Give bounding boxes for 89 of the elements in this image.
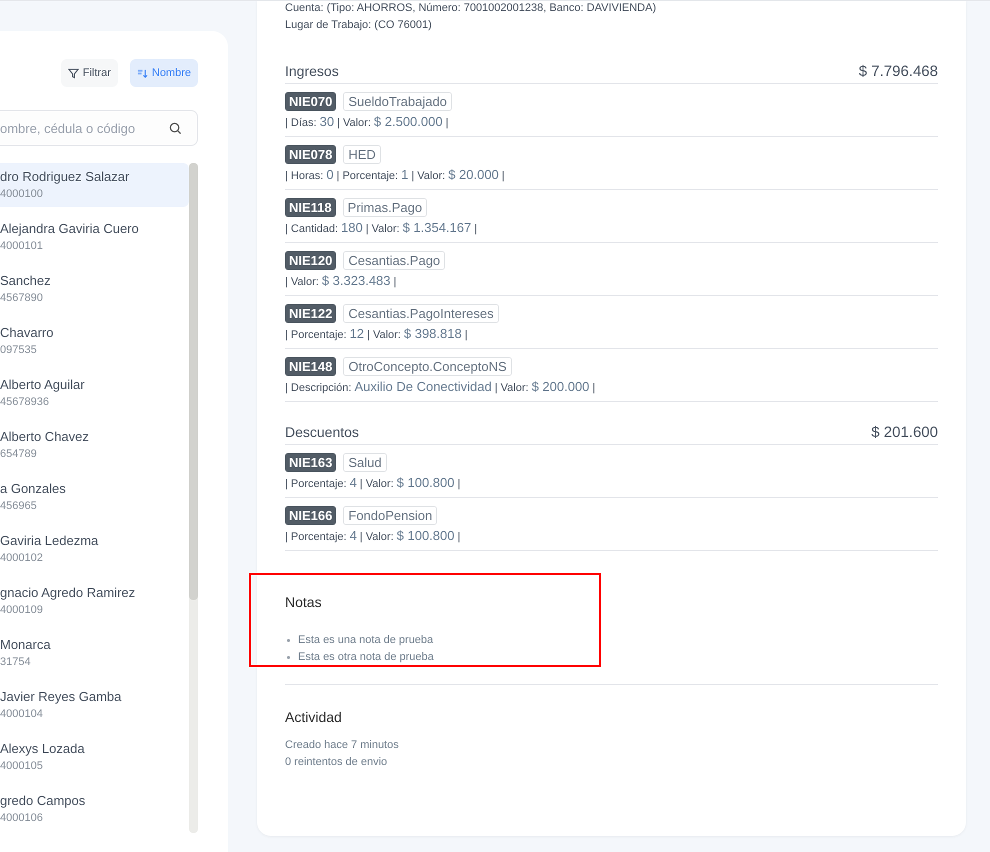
section-title: Ingresos <box>285 63 339 79</box>
activity-title: Actividad <box>285 709 343 725</box>
field-value: 180 <box>341 220 363 235</box>
field-label: | Horas: <box>285 170 324 182</box>
employee-item[interactable]: Alexys Lozada 4000105 <box>0 735 189 779</box>
section-total: $ 7.796.468 <box>858 63 938 80</box>
sort-icon <box>136 68 148 78</box>
concept-code: NIE148 <box>285 357 336 376</box>
note-text: Esta es una nota de prueba <box>298 633 434 648</box>
section-total: $ 201.600 <box>871 424 938 441</box>
field-label: | Cantidad: <box>285 223 338 235</box>
field-separator: | <box>394 276 396 288</box>
concept-name: SueldoTrabajado <box>343 92 452 111</box>
employee-item[interactable]: Sanchez 4567890 <box>0 267 189 311</box>
concept-name: FondoPension <box>343 506 438 525</box>
employee-item[interactable]: Javier Reyes Gamba 4000104 <box>0 683 189 727</box>
search-icon <box>169 122 182 135</box>
employee-item[interactable]: Alberto Aguilar 45678936 <box>0 371 189 415</box>
field-label: | Valor: <box>360 478 394 490</box>
search-field[interactable]: ombre, cédula o código <box>0 110 198 146</box>
employee-item[interactable]: dro Rodriguez Salazar 4000100 <box>0 163 189 207</box>
field-value: 30 <box>320 114 334 129</box>
field-value: 4 <box>350 528 357 543</box>
employee-item[interactable]: a Gonzales 456965 <box>0 475 189 519</box>
employee-item[interactable]: Alejandra Gaviria Cuero 4000101 <box>0 215 189 259</box>
employee-item[interactable]: Chavarro 097535 <box>0 319 189 363</box>
field-label: | Valor: <box>285 276 319 288</box>
concept-code: NIE118 <box>285 198 336 217</box>
field-label: | Días: <box>285 117 317 129</box>
field-value: $ 100.800 <box>396 528 454 543</box>
info-line: Lugar de Trabajo: (CO 76001) <box>285 18 433 33</box>
field-label: | Porcentaje: <box>285 329 347 341</box>
employee-item[interactable]: Gaviria Ledezma 4000102 <box>0 527 189 571</box>
bullet-icon <box>287 639 290 642</box>
field-separator: | <box>457 478 460 490</box>
filter-icon <box>68 68 79 78</box>
field-separator: | <box>592 382 596 394</box>
field-value: $ 100.800 <box>396 475 454 490</box>
concept-name: Cesantias.PagoIntereses <box>343 304 499 323</box>
concept-name: HED <box>343 145 381 164</box>
field-value: 1 <box>401 167 408 182</box>
concept-code: NIE163 <box>285 453 336 472</box>
field-value: 12 <box>350 326 364 341</box>
field-label: | Valor: <box>360 531 394 543</box>
activity-line: 0 reintentos de envio <box>285 755 388 770</box>
concept-code: NIE122 <box>285 304 336 323</box>
employee-item[interactable]: gnacio Agredo Ramirez 4000109 <box>0 579 189 623</box>
info-line: Cuenta: (Tipo: AHORROS, Número: 7001002001238, Banco: DAVIVIENDA) <box>285 1 658 16</box>
field-label: | Descripción: <box>285 382 352 394</box>
field-label: | Valor: <box>367 329 401 341</box>
scrollbar[interactable] <box>189 163 198 833</box>
field-separator: | <box>474 223 478 235</box>
concept-code: NIE166 <box>285 506 336 525</box>
field-value: $ 1.354.167 <box>402 220 472 235</box>
field-separator: | <box>502 170 505 182</box>
field-label: | Valor: <box>337 117 371 129</box>
concept-name: Primas.Pago <box>342 198 428 217</box>
field-value: $ 20.000 <box>448 167 499 182</box>
field-label: | Porcentaje: <box>285 478 347 490</box>
field-value: $ 3.323.483 <box>322 273 391 288</box>
field-value: $ 2.500.000 <box>374 114 443 129</box>
field-separator: | <box>457 531 460 543</box>
concept-name: OtroConcepto.ConceptoNS <box>343 357 512 376</box>
concept-code: NIE070 <box>285 92 336 111</box>
field-label: | Valor: <box>411 170 446 182</box>
field-label: | Porcentaje: <box>336 170 398 182</box>
filter-button[interactable]: Filtrar <box>60 59 118 87</box>
concept-name: Cesantias.Pago <box>343 251 446 270</box>
notes-title: Notas <box>285 594 323 610</box>
field-separator: | <box>446 117 448 129</box>
employee-item[interactable]: Monarca 31754 <box>0 631 189 675</box>
activity-line: Creado hace 7 minutos <box>285 738 400 753</box>
field-label: | Porcentaje: <box>285 531 347 543</box>
field-value: 4 <box>350 475 357 490</box>
field-value: 0 <box>326 167 334 182</box>
employee-item[interactable]: gredo Campos 4000106 <box>0 787 189 831</box>
bullet-icon <box>287 656 290 659</box>
field-separator: | <box>464 329 468 341</box>
employee-item[interactable]: Alberto Chavez 654789 <box>0 423 189 467</box>
note-text: Esta es otra nota de prueba <box>298 650 434 665</box>
section-title: Descuentos <box>285 424 359 440</box>
field-value: $ 398.818 <box>404 326 462 341</box>
concept-code: NIE120 <box>285 251 336 270</box>
field-value: Auxilio De Conectividad <box>354 379 492 394</box>
field-value: $ 200.000 <box>532 379 590 394</box>
field-label: | Valor: <box>366 223 400 235</box>
field-label: | Valor: <box>494 382 529 394</box>
concept-code: NIE078 <box>285 145 336 164</box>
concept-name: Salud <box>343 453 387 472</box>
